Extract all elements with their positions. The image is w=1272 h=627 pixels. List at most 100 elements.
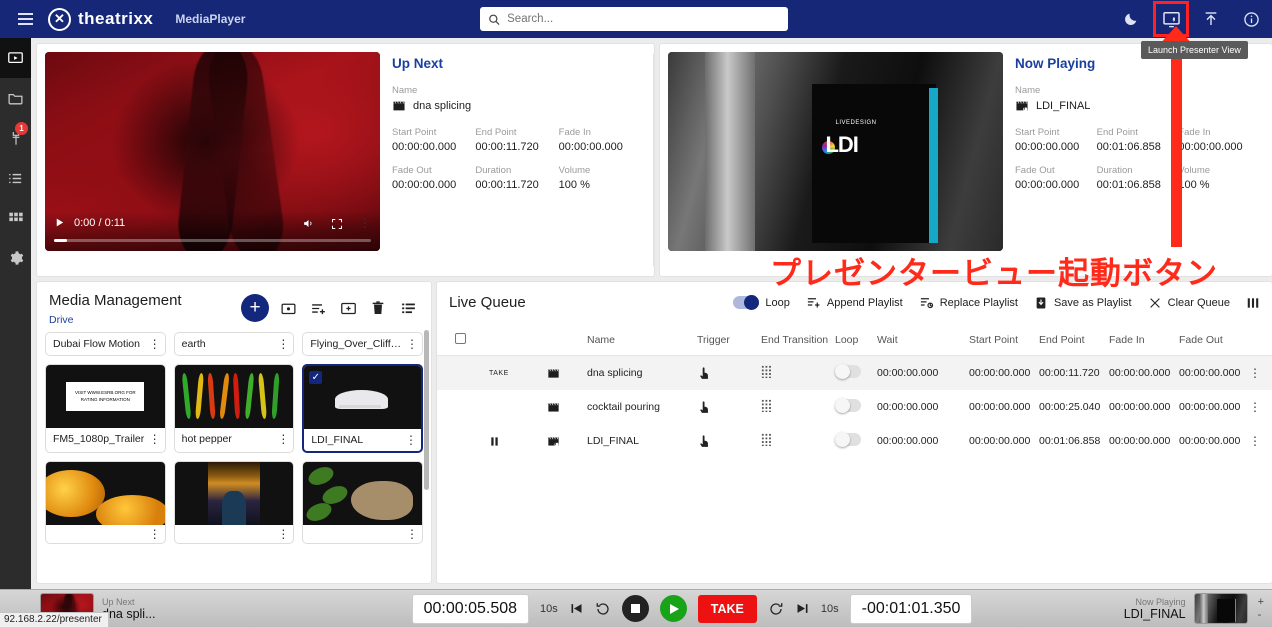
new-folder-icon[interactable] [277, 297, 299, 319]
replace-playlist-button[interactable]: Replace Playlist [919, 295, 1018, 310]
clapperboard-icon [548, 368, 559, 378]
upload-icon[interactable] [1196, 4, 1226, 34]
row-menu-icon[interactable]: ⋮ [1249, 435, 1261, 448]
hamburger-icon[interactable] [8, 13, 42, 25]
brand-logo: ✕ theatrixx [48, 7, 153, 31]
media-browser[interactable]: Dubai Flow Motion ⋮ earth ⋮ Flying_Over_Cl… [37, 326, 431, 581]
sidebar-item-apps[interactable] [0, 198, 31, 238]
player-progress-bar[interactable] [54, 239, 371, 242]
media-card-hot-pepper[interactable]: hot pepper ⋮ [173, 364, 295, 453]
table-row[interactable]: LDI_FINAL 00:00:00.000 00:00:00.000 00:0… [437, 424, 1272, 458]
row-loop[interactable] [835, 356, 877, 391]
col-start-point[interactable]: Start Point [969, 325, 1039, 356]
append-playlist-button[interactable]: Append Playlist [806, 295, 903, 310]
delete-icon[interactable] [367, 297, 389, 319]
rewind-icon[interactable] [595, 601, 611, 617]
remaining-time[interactable]: -00:01:01.350 [849, 593, 973, 624]
list-options-icon[interactable] [397, 297, 419, 319]
now-playing-video-preview[interactable]: LIVEDESIGN LDI [668, 52, 1003, 251]
row-end-transition[interactable] [761, 390, 835, 424]
col-fade-in[interactable]: Fade In [1109, 325, 1179, 356]
media-card-menu-icon[interactable]: ⋮ [406, 528, 418, 541]
moon-icon[interactable] [1116, 4, 1146, 34]
col-wait[interactable]: Wait [877, 325, 969, 356]
col-end-transition[interactable]: End Transition [761, 325, 835, 356]
row-trigger[interactable] [697, 390, 761, 424]
player-play-icon[interactable] [54, 217, 65, 228]
take-button[interactable]: TAKE [697, 594, 757, 623]
next-track-icon[interactable] [795, 601, 810, 616]
media-scrollbar[interactable] [424, 330, 429, 490]
row-end-transition[interactable] [761, 424, 835, 458]
row-loop[interactable] [835, 424, 877, 458]
search-input[interactable] [507, 13, 780, 25]
sidebar-item-files[interactable] [0, 78, 31, 118]
player-volume-icon[interactable] [302, 217, 315, 230]
toggle-icon[interactable] [835, 364, 861, 379]
toggle-icon[interactable] [835, 432, 861, 447]
forward-icon[interactable] [768, 601, 784, 617]
play-button[interactable] [659, 595, 687, 622]
media-card-monkey[interactable]: ⋮ [302, 461, 423, 545]
skip-back-10s-label[interactable]: 10s [540, 603, 558, 615]
save-as-playlist-button[interactable]: Save as Playlist [1034, 296, 1132, 310]
row-trigger[interactable] [697, 424, 761, 458]
media-card-menu-icon[interactable]: ⋮ [405, 434, 417, 447]
toggle-icon[interactable] [733, 295, 760, 310]
folder-menu-icon[interactable]: ⋮ [277, 338, 289, 351]
table-row[interactable]: cocktail pouring 00:00:00.000 00:00:00.0… [437, 390, 1272, 424]
prev-track-icon[interactable] [569, 601, 584, 616]
columns-button[interactable] [1246, 296, 1260, 310]
row-trigger[interactable] [697, 356, 761, 391]
media-card-orange[interactable]: ⋮ [45, 461, 166, 545]
sidebar-item-media-player[interactable] [0, 38, 31, 78]
sidebar-item-playlists[interactable] [0, 158, 31, 198]
folder-card[interactable]: Flying_Over_Cliff_4K ⋮ [302, 332, 423, 356]
row-loop[interactable] [835, 390, 877, 424]
stop-button[interactable] [621, 595, 649, 622]
media-thumbnail [174, 365, 294, 428]
volume-minus[interactable]: - [1258, 609, 1264, 621]
player-more-icon[interactable]: ⋮ [359, 217, 371, 230]
sidebar-item-settings[interactable] [0, 238, 31, 278]
media-card-ldi-final[interactable]: ✓ LDI_FINAL ⋮ [302, 364, 423, 453]
clear-queue-button[interactable]: Clear Queue [1148, 296, 1230, 310]
col-loop[interactable]: Loop [835, 325, 877, 356]
breadcrumb-drive[interactable]: Drive [49, 314, 182, 326]
add-to-screen-icon[interactable] [337, 297, 359, 319]
row-menu-icon[interactable]: ⋮ [1249, 367, 1261, 380]
col-name[interactable]: Name [587, 325, 697, 356]
table-row[interactable]: TAKE dna splicing 00:00:00.000 00:00:00.… [437, 355, 1272, 391]
volume-plus[interactable]: + [1258, 596, 1264, 608]
skip-forward-10s-label[interactable]: 10s [821, 603, 839, 615]
media-card-menu-icon[interactable]: ⋮ [277, 433, 289, 446]
folder-card[interactable]: earth ⋮ [173, 332, 295, 356]
elapsed-time[interactable]: 00:00:05.508 [411, 593, 530, 624]
row-end-transition[interactable] [761, 356, 835, 391]
col-trigger[interactable]: Trigger [697, 325, 761, 356]
up-next-video-preview[interactable]: 0:00 / 0:11 ⋮ [45, 52, 380, 251]
media-card-person[interactable]: ⋮ [173, 461, 295, 545]
folder-menu-icon[interactable]: ⋮ [149, 338, 161, 351]
folder-card[interactable]: Dubai Flow Motion ⋮ [45, 332, 166, 356]
loop-toggle[interactable]: Loop [733, 295, 790, 310]
add-to-queue-icon[interactable] [307, 297, 329, 319]
select-all-checkbox[interactable] [455, 333, 466, 344]
media-card-menu-icon[interactable]: ⋮ [149, 433, 161, 446]
col-end-point[interactable]: End Point [1039, 325, 1109, 356]
sidebar-item-devices[interactable]: 1 [0, 118, 31, 158]
volume-stepper[interactable]: + - [1258, 596, 1264, 620]
row-fade-in: 00:00:00.000 [1109, 401, 1171, 413]
add-button[interactable]: + [241, 294, 269, 322]
media-card-menu-icon[interactable]: ⋮ [277, 528, 289, 541]
row-menu-icon[interactable]: ⋮ [1249, 401, 1261, 414]
col-fade-out[interactable]: Fade Out [1179, 325, 1249, 356]
search-box[interactable] [480, 7, 788, 31]
status-now-playing[interactable]: Now Playing LDI_FINAL + - [1094, 593, 1264, 624]
player-fullscreen-icon[interactable] [331, 218, 343, 230]
toggle-icon[interactable] [835, 398, 861, 413]
media-card-menu-icon[interactable]: ⋮ [149, 528, 161, 541]
folder-menu-icon[interactable]: ⋮ [406, 338, 418, 351]
info-icon[interactable] [1236, 4, 1266, 34]
media-card-fm5[interactable]: VISIT WWW.ESRB.ORG FOR RATING INFORMATIO… [45, 364, 166, 453]
